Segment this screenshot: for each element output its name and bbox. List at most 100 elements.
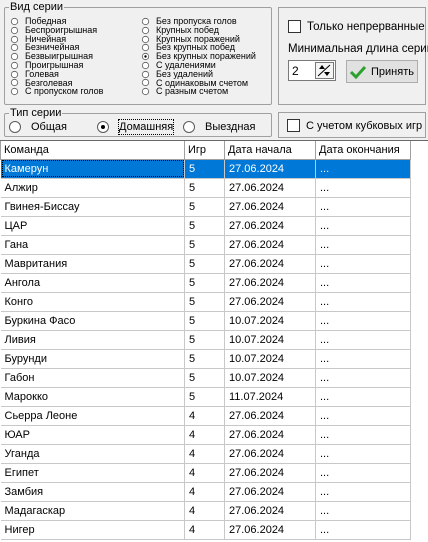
cell-team[interactable]: Мадагаскар [0, 501, 185, 521]
cell-team[interactable]: Бурунди [0, 349, 185, 369]
table-row[interactable]: Гана 5 27.06.2024... [0, 235, 411, 255]
table-row[interactable]: Мавритания 5 27.06.2024... [0, 254, 411, 274]
cell-end-date[interactable]: ... [315, 444, 411, 464]
cell-end-date[interactable]: ... [315, 425, 411, 445]
cell-team[interactable]: Камерун [0, 159, 185, 179]
column-header-end-date[interactable]: Дата окончания [315, 141, 411, 160]
radio-button-icon[interactable] [10, 61, 19, 69]
cell-end-date[interactable]: ... [315, 406, 411, 426]
table-row[interactable]: Алжир 5 27.06.2024... [0, 178, 411, 198]
match-type-option[interactable]: Домашняя [97, 119, 175, 135]
radio-button-icon[interactable] [10, 35, 19, 43]
cup-games-checkbox-box[interactable] [287, 119, 300, 132]
radio-button-icon[interactable] [141, 70, 150, 78]
column-header-games[interactable]: Игр [184, 141, 225, 160]
table-row[interactable]: Мадагаскар 4 27.06.2024... [0, 501, 411, 521]
cell-start-date[interactable]: 27.06.2024 [224, 520, 316, 540]
cell-end-date[interactable]: ... [315, 349, 411, 369]
cell-games[interactable]: 4 [184, 444, 225, 464]
cell-start-date[interactable]: 27.06.2024 [224, 292, 316, 312]
cell-games[interactable]: 4 [184, 406, 225, 426]
match-type-option[interactable]: Выездная [183, 120, 256, 134]
cell-end-date[interactable]: ... [315, 273, 411, 293]
cell-start-date[interactable]: 11.07.2024 [224, 387, 316, 407]
radio-button-icon[interactable] [141, 17, 150, 26]
cell-team[interactable]: ЮАР [0, 425, 185, 445]
cell-team[interactable]: Ангола [0, 273, 185, 293]
cell-end-date[interactable]: ... [315, 178, 411, 198]
cell-team[interactable]: ЦАР [0, 216, 185, 236]
table-row[interactable]: Ливия 5 10.07.2024... [0, 330, 411, 350]
cell-team[interactable]: Ливия [0, 330, 185, 350]
radio-button-icon[interactable] [141, 26, 150, 34]
table-row[interactable]: Уганда 4 27.06.2024... [0, 444, 411, 464]
table-row[interactable]: Гвинея-Биссау 5 27.06.2024... [0, 197, 411, 217]
table-row[interactable]: ЦАР 5 27.06.2024... [0, 216, 411, 236]
cell-games[interactable]: 4 [184, 501, 225, 521]
radio-button-icon[interactable] [10, 44, 19, 52]
column-header-team[interactable]: Команда [0, 141, 185, 160]
table-row[interactable]: Буркина Фасо 5 10.07.2024... [0, 311, 411, 331]
cell-start-date[interactable]: 27.06.2024 [224, 273, 316, 293]
cell-start-date[interactable]: 27.06.2024 [224, 463, 316, 483]
table-row[interactable]: Марокко 5 11.07.2024... [0, 387, 411, 407]
cell-start-date[interactable]: 10.07.2024 [224, 349, 316, 369]
cell-games[interactable]: 4 [184, 520, 225, 540]
cell-games[interactable]: 5 [184, 273, 225, 293]
table-row[interactable]: Габон 5 10.07.2024... [0, 368, 411, 388]
cell-team[interactable]: Гана [0, 235, 185, 255]
cell-end-date[interactable]: ... [315, 368, 411, 388]
cell-team[interactable]: Замбия [0, 482, 185, 502]
cell-team[interactable]: Сьерра Леоне [0, 406, 185, 426]
table-row[interactable]: Сьерра Леоне 4 27.06.2024... [0, 406, 411, 426]
cell-end-date[interactable]: ... [315, 216, 411, 236]
series-table[interactable]: Команда Игр Дата начала Дата окончания К… [0, 140, 428, 542]
radio-button-icon[interactable] [183, 121, 195, 133]
cell-end-date[interactable]: ... [315, 482, 411, 502]
table-row[interactable]: Египет 4 27.06.2024... [0, 463, 411, 483]
cell-end-date[interactable]: ... [315, 292, 411, 312]
series-type-option[interactable]: С разным счетом [141, 87, 256, 96]
cell-start-date[interactable]: 27.06.2024 [224, 444, 316, 464]
cell-games[interactable]: 5 [184, 178, 225, 198]
cell-team[interactable]: Мавритания [0, 254, 185, 274]
table-row[interactable]: Ангола 5 27.06.2024... [0, 273, 411, 293]
cell-games[interactable]: 5 [184, 235, 225, 255]
cell-start-date[interactable]: 27.06.2024 [224, 159, 316, 179]
table-row[interactable]: ЮАР 4 27.06.2024... [0, 425, 411, 445]
cell-end-date[interactable]: ... [315, 501, 411, 521]
cell-games[interactable]: 4 [184, 482, 225, 502]
cell-games[interactable]: 5 [184, 330, 225, 350]
cell-end-date[interactable]: ... [315, 197, 411, 217]
continuous-checkbox[interactable]: Только непрерванные [288, 20, 425, 33]
cell-games[interactable]: 5 [184, 368, 225, 388]
cell-start-date[interactable]: 27.06.2024 [224, 235, 316, 255]
cell-games[interactable]: 5 [184, 216, 225, 236]
radio-button-icon[interactable] [10, 52, 19, 61]
cell-games[interactable]: 4 [184, 463, 225, 483]
table-row[interactable]: Нигер 4 27.06.2024... [0, 520, 411, 540]
table-row[interactable]: Бурунди 5 10.07.2024... [0, 349, 411, 369]
cup-games-checkbox[interactable]: С учетом кубковых игр [287, 119, 422, 132]
cell-games[interactable]: 5 [184, 292, 225, 312]
radio-button-icon[interactable] [10, 26, 19, 34]
radio-button-icon[interactable] [10, 70, 19, 78]
radio-button-icon[interactable] [141, 44, 150, 52]
cell-team[interactable]: Уганда [0, 444, 185, 464]
cell-team[interactable]: Египет [0, 463, 185, 483]
cell-end-date[interactable]: ... [315, 311, 411, 331]
cell-team[interactable]: Нигер [0, 520, 185, 540]
continuous-checkbox-box[interactable] [288, 20, 301, 33]
cell-team[interactable]: Буркина Фасо [0, 311, 185, 331]
radio-button-icon[interactable] [10, 88, 19, 96]
cell-games[interactable]: 5 [184, 254, 225, 274]
cell-end-date[interactable]: ... [315, 387, 411, 407]
match-type-option[interactable]: Общая [9, 120, 67, 134]
table-row[interactable]: Замбия 4 27.06.2024... [0, 482, 411, 502]
min-length-value[interactable]: 2 [292, 64, 299, 78]
radio-button-icon[interactable] [141, 79, 150, 87]
cell-start-date[interactable]: 10.07.2024 [224, 368, 316, 388]
cell-team[interactable]: Марокко [0, 387, 185, 407]
radio-button-icon[interactable] [10, 79, 19, 87]
cell-games[interactable]: 5 [184, 311, 225, 331]
